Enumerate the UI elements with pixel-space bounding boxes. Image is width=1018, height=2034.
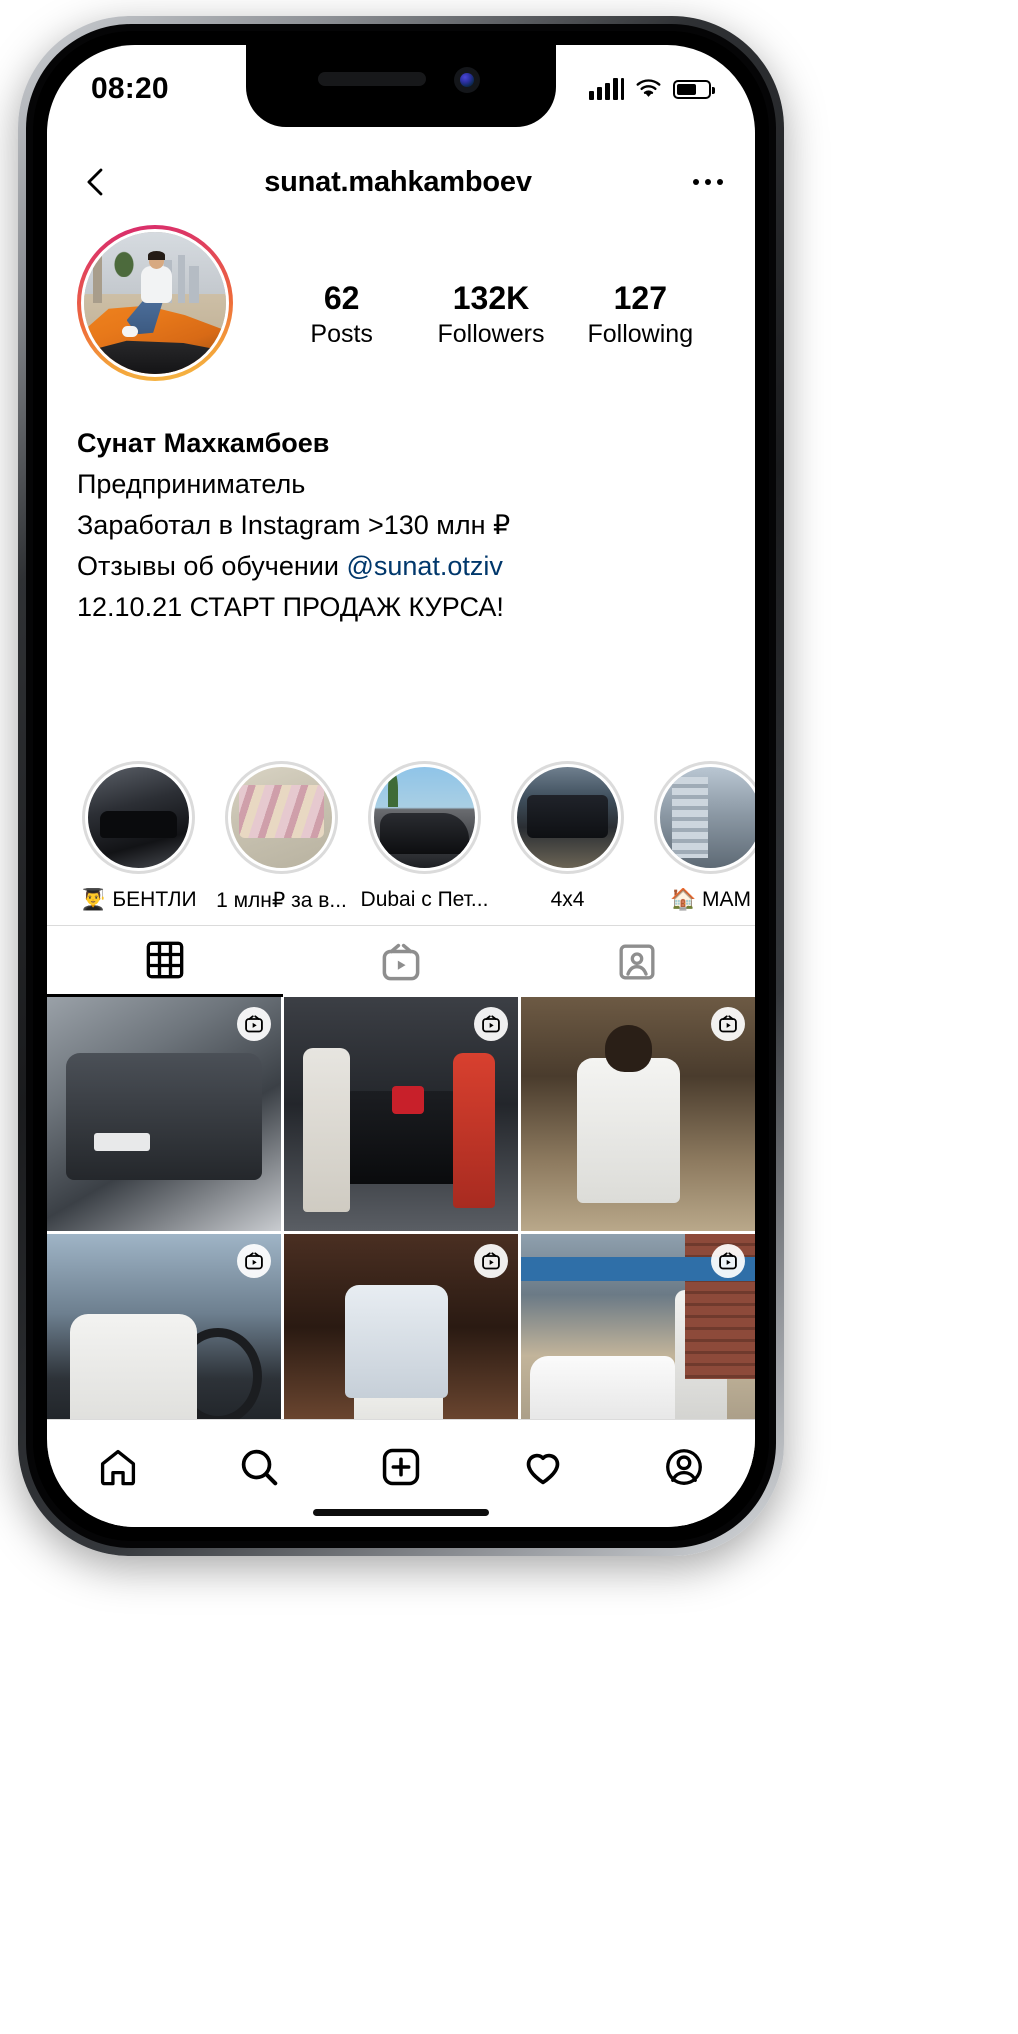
dubai-rolls-royce-thumb <box>371 764 478 871</box>
nav-add-post[interactable] <box>361 1437 441 1497</box>
avatar-image <box>81 229 229 377</box>
bio-line-mention: Отзывы об обучении @sunat.otziv <box>77 546 725 587</box>
earpiece-speaker <box>318 72 426 86</box>
nav-activity[interactable] <box>503 1437 583 1497</box>
nav-search[interactable] <box>219 1437 299 1497</box>
igtv-icon <box>382 943 420 980</box>
reel-badge-icon <box>474 1244 508 1278</box>
story-highlights[interactable]: 👨‍🎓 БЕНТЛИ 1 млн₽ за в... <box>47 761 755 913</box>
add-post-icon <box>382 1448 420 1485</box>
bio-display-name: Сунат Махкамбоев <box>77 428 330 458</box>
reel-badge-icon <box>474 1007 508 1041</box>
highlight-ring <box>82 761 195 874</box>
highlight-label: 👨‍🎓 БЕНТЛИ <box>80 888 197 911</box>
tagged-person-icon <box>619 944 655 979</box>
tab-grid[interactable] <box>47 926 283 997</box>
screenshot-root: 08:20 sunat.mahkamboev 62 Posts 132K Fol… <box>0 0 1018 2034</box>
phone-frame: 08:20 sunat.mahkamboev 62 Posts 132K Fol… <box>18 16 784 1556</box>
reel-badge-icon <box>237 1244 271 1278</box>
highlight-label: Dubai с Пет... <box>360 888 489 911</box>
highlight-label: 🏠 МАМ <box>670 888 751 911</box>
stat-following-label: Following <box>587 319 694 348</box>
highlight-ring <box>225 761 338 874</box>
profile-bio: Сунат Махкамбоев Предприниматель Заработ… <box>47 423 755 628</box>
buildings-thumb <box>657 764 755 871</box>
highlight-label: 1 млн₽ за в... <box>216 889 347 912</box>
stat-followers-label: Followers <box>437 319 545 348</box>
phone-midframe: 08:20 sunat.mahkamboev 62 Posts 132K Fol… <box>26 24 776 1548</box>
profile-tabs <box>47 925 755 997</box>
profile-stats: 62 Posts 132K Followers 127 Following <box>233 225 725 349</box>
nav-profile[interactable] <box>644 1437 724 1497</box>
nav-home[interactable] <box>78 1437 158 1497</box>
highlight-item[interactable]: 🏠 МАМ <box>639 761 755 913</box>
grid-icon <box>146 941 184 979</box>
home-indicator[interactable] <box>313 1509 489 1516</box>
front-camera-icon <box>454 67 480 93</box>
profile-summary: 62 Posts 132K Followers 127 Following <box>47 225 755 381</box>
stat-followers-value: 132K <box>452 280 530 316</box>
bio-mention-link[interactable]: @sunat.otziv <box>346 551 502 581</box>
battery-icon <box>673 79 715 99</box>
offroad-suv-thumb <box>514 764 621 871</box>
home-icon <box>100 1449 135 1485</box>
highlight-ring <box>368 761 481 874</box>
profile-account-icon <box>666 1448 703 1485</box>
phone-screen: 08:20 sunat.mahkamboev 62 Posts 132K Fol… <box>47 45 755 1527</box>
phone-bezel: 08:20 sunat.mahkamboev 62 Posts 132K Fol… <box>33 31 769 1541</box>
notch <box>246 45 556 127</box>
money-cash-thumb <box>228 764 335 871</box>
highlight-ring <box>511 761 624 874</box>
grid-post[interactable] <box>521 997 755 1231</box>
profile-header: sunat.mahkamboev <box>47 149 755 215</box>
battery-fill <box>677 83 696 95</box>
stat-posts-value: 62 <box>323 280 360 316</box>
wifi-icon <box>636 78 661 97</box>
bio-line-2: Заработал в Instagram >130 млн ₽ <box>77 510 511 541</box>
bio-line-1: Предприниматель <box>77 469 306 500</box>
reel-badge-icon <box>711 1244 745 1278</box>
grid-post[interactable] <box>284 997 518 1231</box>
highlight-item[interactable]: Dubai с Пет... <box>353 761 496 913</box>
more-options-icon[interactable] <box>683 179 723 185</box>
status-icons <box>589 78 715 100</box>
avatar[interactable] <box>77 225 233 381</box>
stat-followers[interactable]: 132K Followers <box>436 280 546 349</box>
stat-following[interactable]: 127 Following <box>585 280 695 349</box>
page-title: sunat.mahkamboev <box>264 165 532 198</box>
highlight-item[interactable]: 4x4 <box>496 761 639 913</box>
bentley-car-thumb <box>85 764 192 871</box>
post-grid <box>47 997 755 1468</box>
stat-posts[interactable]: 62 Posts <box>287 280 397 349</box>
grid-post[interactable] <box>47 997 281 1231</box>
cellular-signal-icon <box>589 78 624 100</box>
back-chevron-icon[interactable] <box>79 165 113 199</box>
activity-heart-icon <box>526 1453 559 1484</box>
highlight-item[interactable]: 1 млн₽ за в... <box>210 761 353 913</box>
stat-following-value: 127 <box>613 280 667 316</box>
reel-badge-icon <box>711 1007 745 1041</box>
bio-line-last: 12.10.21 СТАРТ ПРОДАЖ КУРСА! <box>77 592 504 623</box>
tab-tagged[interactable] <box>519 926 755 997</box>
stat-posts-label: Posts <box>310 319 373 348</box>
highlight-label: 4x4 <box>550 888 585 911</box>
reel-badge-icon <box>237 1007 271 1041</box>
status-time: 08:20 <box>91 72 169 105</box>
highlight-ring <box>654 761 755 874</box>
highlight-item[interactable]: 👨‍🎓 БЕНТЛИ <box>67 761 210 913</box>
tab-igtv[interactable] <box>283 926 519 997</box>
search-icon <box>242 1449 278 1485</box>
bio-mention-prefix: Отзывы об обучении <box>77 551 347 582</box>
